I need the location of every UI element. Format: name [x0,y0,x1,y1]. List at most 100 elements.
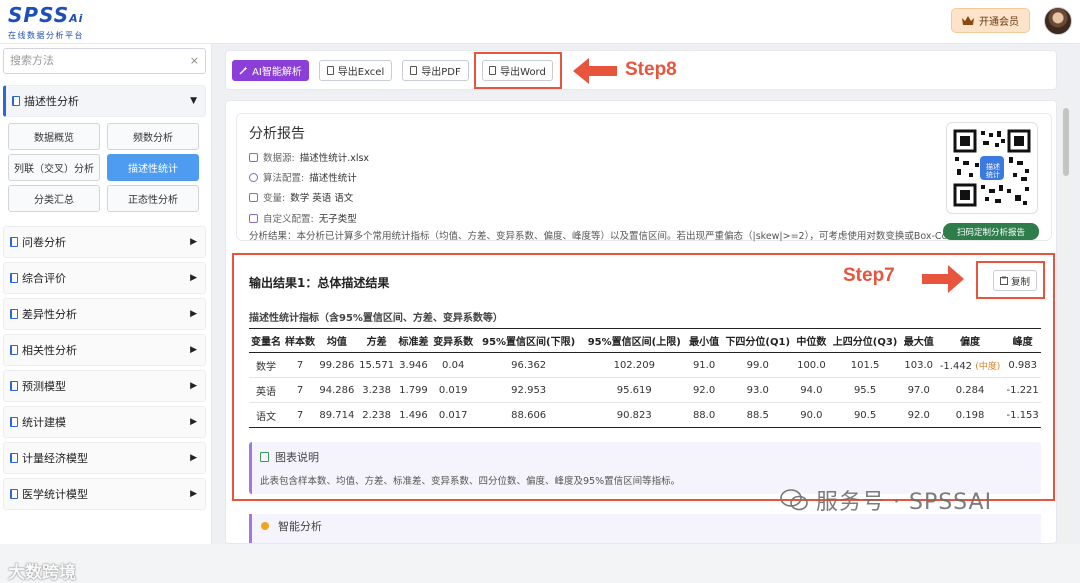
search-input[interactable]: 搜索方法 × [3,48,206,74]
scan-qr-button[interactable]: 扫码定制分析报告 [943,223,1039,240]
logo-subtitle: 在线数据分析平台 [8,31,84,40]
sub-item-data-overview[interactable]: 数据概览 [8,123,100,150]
table-cell: 数学 [249,352,284,378]
watermark-right-text: 服务号 · SPSSAI [816,490,993,515]
sidebar-item-label: 计量经济模型 [22,452,88,465]
column-header: 下四分位(Q1) [721,328,795,353]
watermark-left: 大数跨境 [8,563,76,583]
sub-item-normality[interactable]: 正态性分析 [107,185,199,212]
table-cell: 3.238 [356,377,397,403]
status-dot-icon [261,522,269,530]
table-cell: 0.019 [430,377,476,403]
column-header: 中位数 [794,328,829,353]
sidebar-item-econometric[interactable]: 计量经济模型 ▶ [3,442,206,474]
data-source-label: 数据源: [263,153,295,164]
smart-analysis[interactable]: 智能分析 [249,514,1041,543]
book-icon [10,417,18,427]
table-header-row: 变量名 样本数 均值 方差 标准差 变异系数 95%置信区间(下限) 95%置信… [249,328,1041,353]
sidebar-item-correlation[interactable]: 相关性分析 ▶ [3,334,206,366]
book-icon [10,345,18,355]
sidebar-item-evaluation[interactable]: 综合评价 ▶ [3,262,206,294]
sidebar-item-descriptive[interactable]: 描述性分析 ▼ [3,85,206,117]
step7-label: Step7 [843,265,895,286]
column-header: 95%置信区间(下限) [475,328,582,353]
skew-tag: (中度) [975,361,1001,372]
export-excel-label: 导出Excel [337,67,385,78]
sidebar-item-difference[interactable]: 差异性分析 ▶ [3,298,206,330]
table-cell: 1.799 [396,377,431,403]
clear-icon[interactable]: × [190,49,199,73]
skew-value: -1.442 [939,360,973,372]
column-header: 最大值 [901,328,936,353]
sub-item-descriptive-stats[interactable]: 描述性统计 [107,154,199,181]
sub-item-group-summary[interactable]: 分类汇总 [8,185,100,212]
wechat-icon [780,489,808,511]
sidebar: 搜索方法 × 描述性分析 ▼ 数据概览 频数分析 列联（交叉）分析 描述性统计 … [0,44,212,583]
custom-config-label: 自定义配置: [263,214,314,225]
report-card: 分析报告 数据源: 描述性统计.xlsx 算法配置: 描述性统计 变量: 数学 … [236,113,1052,242]
table-cell: 0.284 [935,377,1005,403]
top-bar: SPSSAi 在线数据分析平台 开通会员 [0,0,1080,44]
vip-button[interactable]: 开通会员 [951,8,1030,33]
stats-table: 变量名 样本数 均值 方差 标准差 变异系数 95%置信区间(下限) 95%置信… [249,328,1041,428]
table-cell: 3.946 [396,352,431,378]
note-title-row: 图表说明 [260,449,319,465]
gear-icon [249,172,258,182]
export-pdf-button[interactable]: 导出PDF [402,60,469,81]
sidebar-item-medical[interactable]: 医学统计模型 ▶ [3,478,206,510]
main-area: AI智能解析 导出Excel 导出PDF 导出Word Step8 分析报告 数… [212,44,1080,544]
data-source-value: 描述性统计.xlsx [299,153,370,164]
table-cell: 0.04 [430,352,476,378]
pdf-file-icon [410,66,418,75]
table-cell: 0.017 [430,402,476,428]
logo-ai: Ai [69,12,84,25]
table-row: 语文 7 89.714 2.238 1.496 0.017 88.606 90.… [249,402,1041,428]
table-cell-skew: -1.442 (中度) [935,352,1005,378]
avatar[interactable] [1044,7,1072,35]
scrollbar-thumb[interactable] [1063,108,1069,176]
data-source-row: 数据源: 描述性统计.xlsx [249,150,369,164]
column-header: 峰度 [1004,328,1041,353]
arrow-right-icon [922,265,964,293]
column-header: 标准差 [396,328,431,353]
table-cell: 90.823 [581,402,688,428]
table-cell: 93.0 [721,377,795,403]
table-cell: 99.0 [721,352,795,378]
export-pdf-label: 导出PDF [421,67,461,78]
watermark-right: 服务号 · SPSSAI [780,484,992,516]
settings-icon [249,213,258,223]
database-icon [249,152,258,162]
sub-item-crosstab[interactable]: 列联（交叉）分析 [8,154,100,181]
sidebar-item-statistical-modeling[interactable]: 统计建模 ▶ [3,406,206,438]
algo-config-row: 算法配置: 描述性统计 [249,170,357,184]
column-header: 方差 [356,328,397,353]
copy-label: 复制 [1010,276,1030,288]
table-cell: 15.571 [356,352,397,378]
ai-analyze-button[interactable]: AI智能解析 [232,60,309,81]
table-cell: 7 [283,352,318,378]
table-cell: 101.5 [828,352,902,378]
variables-row: 变量: 数学 英语 语文 [249,190,353,204]
excel-file-icon [326,66,334,75]
sub-item-frequency[interactable]: 频数分析 [107,123,199,150]
qr-center-label: 描述统计 [986,163,1000,179]
note-text: 此表包含样本数、均值、方差、标准差、变异系数、四分位数、偏度、峰度及95%置信区… [260,476,681,487]
qr-code[interactable]: 描述统计 [946,122,1038,214]
table-cell: 89.714 [317,402,357,428]
sidebar-item-questionnaire[interactable]: 问卷分析 ▶ [3,226,206,258]
column-header: 样本数 [283,328,318,353]
sidebar-item-label: 医学统计模型 [22,488,88,501]
logo[interactable]: SPSSAi 在线数据分析平台 [8,5,84,41]
report-content: 分析报告 数据源: 描述性统计.xlsx 算法配置: 描述性统计 变量: 数学 … [225,100,1057,544]
sidebar-item-prediction[interactable]: 预测模型 ▶ [3,370,206,402]
book-icon [10,273,18,283]
sidebar-item-label: 描述性分析 [24,95,79,108]
table-cell: 88.0 [687,402,722,428]
algo-config-label: 算法配置: [263,173,305,184]
column-header: 变量名 [249,328,284,353]
table-cell: 97.0 [901,377,936,403]
copy-button[interactable]: 复制 [993,270,1037,291]
table-cell: 95.5 [828,377,902,403]
step8-label: Step8 [625,59,677,80]
export-excel-button[interactable]: 导出Excel [319,60,392,81]
